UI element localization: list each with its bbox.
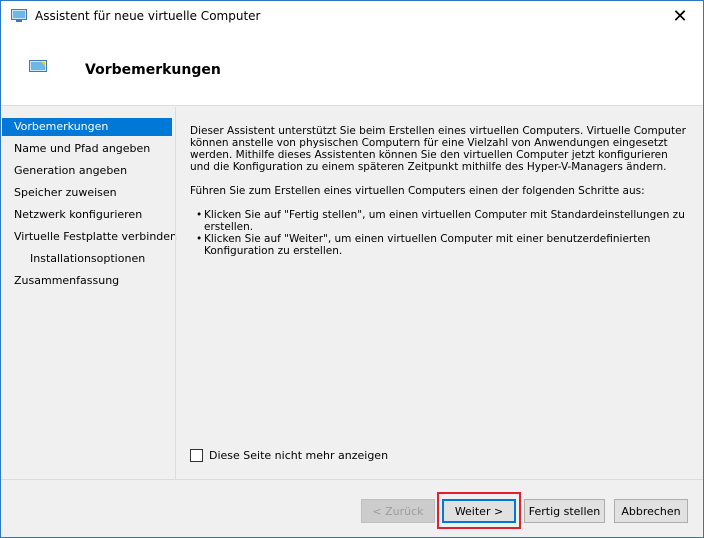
nav-item-speicher[interactable]: Speicher zuweisen bbox=[2, 184, 172, 202]
window-title: Assistent für neue virtuelle Computer bbox=[35, 9, 261, 23]
page-title: Vorbemerkungen bbox=[85, 62, 221, 78]
content-pane: Dieser Assistent unterstützt Sie beim Er… bbox=[190, 125, 690, 257]
steps-list: Klicken Sie auf "Fertig stellen", um ein… bbox=[190, 209, 690, 257]
wizard-steps-nav: Vorbemerkungen Name und Pfad angeben Gen… bbox=[2, 118, 177, 480]
nav-item-zusammenfassung[interactable]: Zusammenfassung bbox=[2, 272, 172, 290]
nav-item-installationsoptionen[interactable]: Installationsoptionen bbox=[2, 250, 172, 268]
virtual-machine-icon bbox=[29, 60, 47, 72]
title-bar[interactable]: Assistent für neue virtuelle Computer ✕ bbox=[1, 1, 703, 32]
next-button[interactable]: Weiter > bbox=[442, 499, 516, 523]
nav-item-generation[interactable]: Generation angeben bbox=[2, 162, 172, 180]
nav-item-netzwerk[interactable]: Netzwerk konfigurieren bbox=[2, 206, 172, 224]
close-icon: ✕ bbox=[672, 6, 688, 27]
back-button[interactable]: < Zurück bbox=[361, 499, 435, 523]
intro-text: Dieser Assistent unterstützt Sie beim Er… bbox=[190, 125, 686, 173]
list-item: Klicken Sie auf "Fertig stellen", um ein… bbox=[196, 209, 690, 233]
virtual-machine-icon bbox=[11, 9, 27, 22]
dont-show-again-checkbox[interactable] bbox=[190, 449, 203, 462]
finish-button[interactable]: Fertig stellen bbox=[524, 499, 605, 523]
nav-item-name-pfad[interactable]: Name und Pfad angeben bbox=[2, 140, 172, 158]
nav-item-festplatte[interactable]: Virtuelle Festplatte verbinden bbox=[2, 228, 177, 246]
footer-divider bbox=[1, 479, 703, 480]
cancel-button[interactable]: Abbrechen bbox=[614, 499, 688, 523]
list-item: Klicken Sie auf "Weiter", um einen virtu… bbox=[196, 233, 690, 257]
wizard-window: Assistent für neue virtuelle Computer ✕ … bbox=[0, 0, 704, 538]
dont-show-again-label: Diese Seite nicht mehr anzeigen bbox=[209, 449, 389, 462]
page-header: Vorbemerkungen bbox=[1, 32, 703, 106]
dont-show-again-option[interactable]: Diese Seite nicht mehr anzeigen bbox=[190, 449, 388, 462]
nav-divider bbox=[175, 107, 176, 479]
close-button[interactable]: ✕ bbox=[657, 1, 703, 32]
nav-item-vorbemerkungen[interactable]: Vorbemerkungen bbox=[2, 118, 172, 136]
steps-intro-text: Führen Sie zum Erstellen eines virtuelle… bbox=[190, 185, 645, 197]
